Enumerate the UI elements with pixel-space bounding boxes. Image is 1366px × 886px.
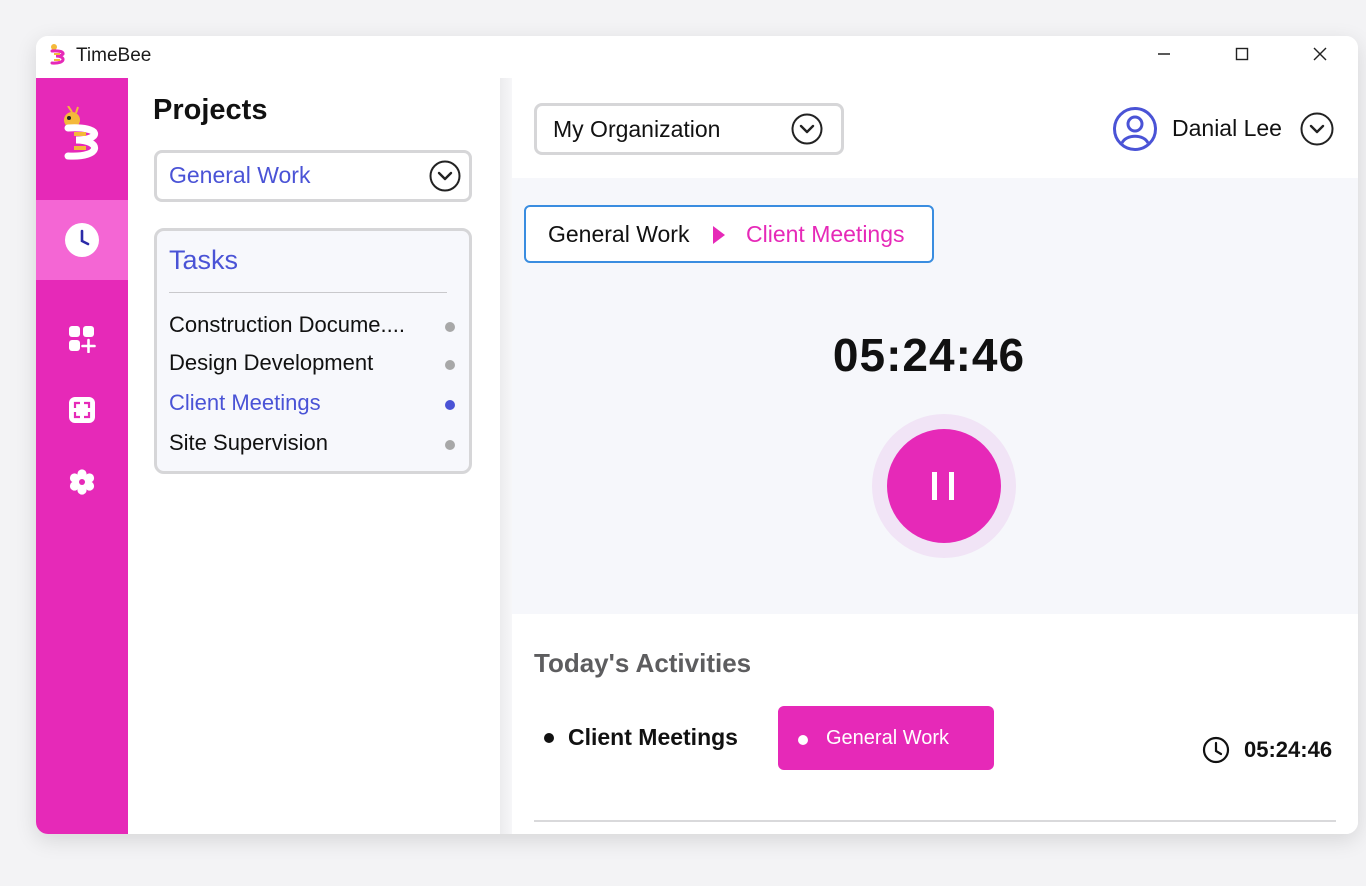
task-label: Construction Docume.... xyxy=(169,312,405,337)
task-label: Design Development xyxy=(169,350,374,375)
badge-dot xyxy=(798,735,808,745)
activity-project-badge: General Work xyxy=(778,706,994,770)
timebee-bee-logo-icon xyxy=(64,106,99,160)
title-bar: TimeBee xyxy=(36,36,1358,78)
rail-item-apps[interactable] xyxy=(66,323,98,355)
breadcrumb-project[interactable]: General Work xyxy=(548,221,689,248)
minimize-icon xyxy=(1158,53,1170,55)
tasks-heading: Tasks xyxy=(169,245,239,275)
breadcrumb: General Work Client Meetings xyxy=(524,205,934,263)
rail-item-timer[interactable] xyxy=(36,200,128,280)
task-item[interactable]: Construction Docume.... xyxy=(169,312,459,342)
chevron-down-icon xyxy=(791,113,823,145)
activity-duration: 05:24:46 xyxy=(1244,737,1333,762)
task-status-dot xyxy=(445,322,455,332)
pause-icon xyxy=(932,472,954,500)
activity-divider xyxy=(534,820,1336,822)
pause-button[interactable] xyxy=(887,429,1001,543)
task-label: Site Supervision xyxy=(169,430,328,455)
timebee-logo-icon xyxy=(50,44,65,65)
elapsed-timer: 05:24:46 xyxy=(832,329,1026,381)
rail-item-settings[interactable] xyxy=(66,466,98,498)
timer-panel: General Work Client Meetings 05:24:46 xyxy=(512,178,1358,614)
clock-icon xyxy=(65,223,99,257)
panel-divider xyxy=(500,78,512,834)
task-status-dot xyxy=(445,440,455,450)
tasks-divider xyxy=(169,292,447,293)
user-avatar-icon[interactable] xyxy=(1112,106,1158,152)
organization-select-value: My Organization xyxy=(553,116,721,142)
nav-rail xyxy=(36,78,128,834)
task-status-dot xyxy=(445,360,455,370)
organization-select[interactable]: My Organization xyxy=(534,103,844,155)
activity-bullet xyxy=(544,733,554,743)
task-status-dot xyxy=(445,400,455,410)
maximize-button[interactable] xyxy=(1212,36,1272,72)
minimize-button[interactable] xyxy=(1134,36,1194,72)
project-select[interactable]: General Work xyxy=(154,150,472,202)
chevron-down-icon xyxy=(429,160,461,192)
user-name[interactable]: Danial Lee xyxy=(1172,115,1282,142)
triangle-right-icon xyxy=(713,226,725,244)
breadcrumb-task: Client Meetings xyxy=(746,221,905,247)
user-menu-chevron-icon[interactable] xyxy=(1300,112,1334,146)
close-button[interactable] xyxy=(1290,36,1350,72)
activity-task: Client Meetings xyxy=(568,724,738,750)
app-window: TimeBee Projects General Work Tasks Cons… xyxy=(36,36,1358,834)
gear-icon xyxy=(69,469,95,495)
close-icon xyxy=(1313,47,1327,61)
clock-icon xyxy=(1202,736,1230,764)
task-item[interactable]: Design Development xyxy=(169,350,459,380)
screenshot-icon xyxy=(69,397,95,423)
tasks-list: Tasks Construction Docume.... Design Dev… xyxy=(154,228,472,474)
project-select-value: General Work xyxy=(169,162,311,188)
pause-button-halo xyxy=(872,414,1016,558)
task-item[interactable]: Site Supervision xyxy=(169,430,459,460)
activities-heading: Today's Activities xyxy=(534,648,752,678)
main-content: My Organization Danial Lee General Work … xyxy=(512,78,1358,834)
activity-row[interactable]: Client Meetings General Work 05:24:46 xyxy=(534,706,1336,786)
task-label: Client Meetings xyxy=(169,390,321,415)
activity-project: General Work xyxy=(826,727,950,749)
add-apps-icon xyxy=(69,326,96,353)
projects-heading: Projects xyxy=(153,94,268,126)
maximize-icon xyxy=(1235,47,1249,61)
rail-item-screenshots[interactable] xyxy=(66,394,98,426)
projects-panel: Projects General Work Tasks Construction… xyxy=(128,78,500,834)
task-item-active[interactable]: Client Meetings xyxy=(169,390,459,420)
window-title: TimeBee xyxy=(76,45,152,66)
